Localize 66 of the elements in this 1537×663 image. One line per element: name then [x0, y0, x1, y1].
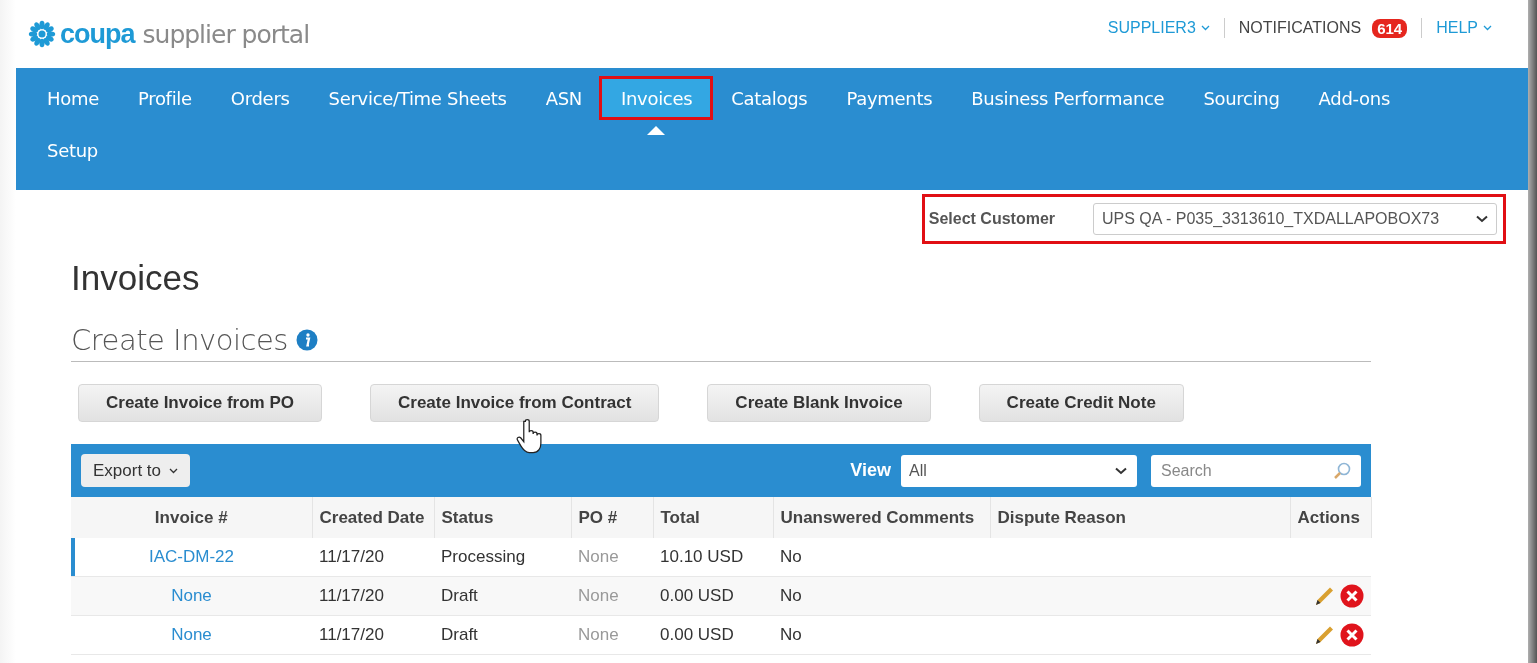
nav-tab[interactable]: Catalogs: [711, 78, 827, 118]
caret-icon: [1483, 25, 1492, 31]
invoice-link[interactable]: IAC-DM-22: [149, 547, 234, 566]
nav-tab[interactable]: Service/Time Sheets: [308, 78, 526, 118]
info-icon[interactable]: [295, 329, 318, 351]
nav-tab[interactable]: Profile: [117, 78, 211, 118]
delete-icon[interactable]: [1340, 623, 1364, 647]
column-header: Dispute Reason: [990, 497, 1290, 538]
column-header: Created Date: [312, 497, 434, 538]
nav-tab[interactable]: Home: [27, 78, 118, 118]
help-menu[interactable]: HELP: [1436, 19, 1492, 37]
view-label: View: [850, 460, 891, 481]
nav-tab[interactable]: Payments: [826, 78, 952, 118]
table-cell: Draft: [441, 625, 478, 644]
nav-tab[interactable]: Sourcing: [1183, 78, 1299, 118]
caret-icon: [1200, 25, 1210, 31]
table-cell: 11/17/20: [319, 625, 384, 644]
view-dropdown[interactable]: All: [901, 454, 1137, 487]
page-title: Invoices: [71, 258, 201, 298]
caret-icon: [169, 467, 179, 474]
action-button[interactable]: Create Invoice from Contract: [370, 384, 660, 422]
table-cell: No: [780, 547, 802, 566]
action-button[interactable]: Create Invoice from PO: [78, 384, 322, 422]
table-cell: Processing: [441, 547, 526, 566]
table-cell: 10.10 USD: [660, 547, 744, 566]
notification-count: 614: [1372, 18, 1408, 38]
delete-icon[interactable]: [1340, 584, 1364, 608]
invoice-link[interactable]: None: [171, 625, 212, 644]
table-cell: None: [578, 586, 619, 605]
table-cell: 0.00 USD: [660, 586, 734, 605]
table-cell: No: [780, 625, 802, 644]
invoice-link[interactable]: None: [171, 586, 212, 605]
column-header: Invoice #: [71, 497, 312, 538]
nav-tab[interactable]: Orders: [210, 78, 309, 118]
export-button[interactable]: Export to: [81, 454, 191, 487]
chevron-icon: [1476, 215, 1488, 223]
column-header: PO #: [571, 497, 653, 538]
customer-dropdown[interactable]: UPS QA - P035_3313610_TXDALLAPOBOX73: [1093, 203, 1497, 235]
logo-text: coupa: [60, 18, 135, 50]
nav-tab[interactable]: ASN: [525, 78, 601, 118]
notifications-link[interactable]: NOTIFICATIONS: [1238, 19, 1362, 37]
action-button[interactable]: Create Credit Note: [978, 384, 1184, 422]
chevron-icon: [1115, 466, 1127, 475]
field-label: Select Customer: [928, 210, 1055, 228]
action-button[interactable]: Create Blank Invoice: [707, 384, 931, 422]
table-cell: None: [578, 547, 619, 566]
table-cell: 0.00 USD: [660, 625, 734, 644]
table-cell: 11/17/20: [319, 586, 384, 605]
pointer-icon: [647, 126, 666, 135]
column-header: Actions: [1290, 497, 1371, 538]
column-header: Unanswered Comments: [773, 497, 990, 538]
user-menu[interactable]: SUPPLIER3: [1107, 19, 1210, 37]
search-field[interactable]: Search: [1151, 454, 1361, 487]
nav-tab[interactable]: Setup: [27, 130, 117, 170]
column-header: Total: [653, 497, 773, 538]
section-title: Create Invoices: [71, 323, 288, 357]
column-header: Status: [434, 497, 571, 538]
hand-cursor-icon: [516, 418, 544, 456]
product-name: supplier portal: [142, 19, 310, 49]
table-cell: 11/17/20: [319, 547, 384, 566]
table-cell: Draft: [441, 586, 478, 605]
nav-tab[interactable]: Add-ons: [1298, 78, 1409, 118]
table-cell: No: [780, 586, 802, 605]
nav-tab[interactable]: Business Performance: [951, 78, 1184, 118]
logo-icon: [26, 20, 58, 48]
table-cell: None: [578, 625, 619, 644]
